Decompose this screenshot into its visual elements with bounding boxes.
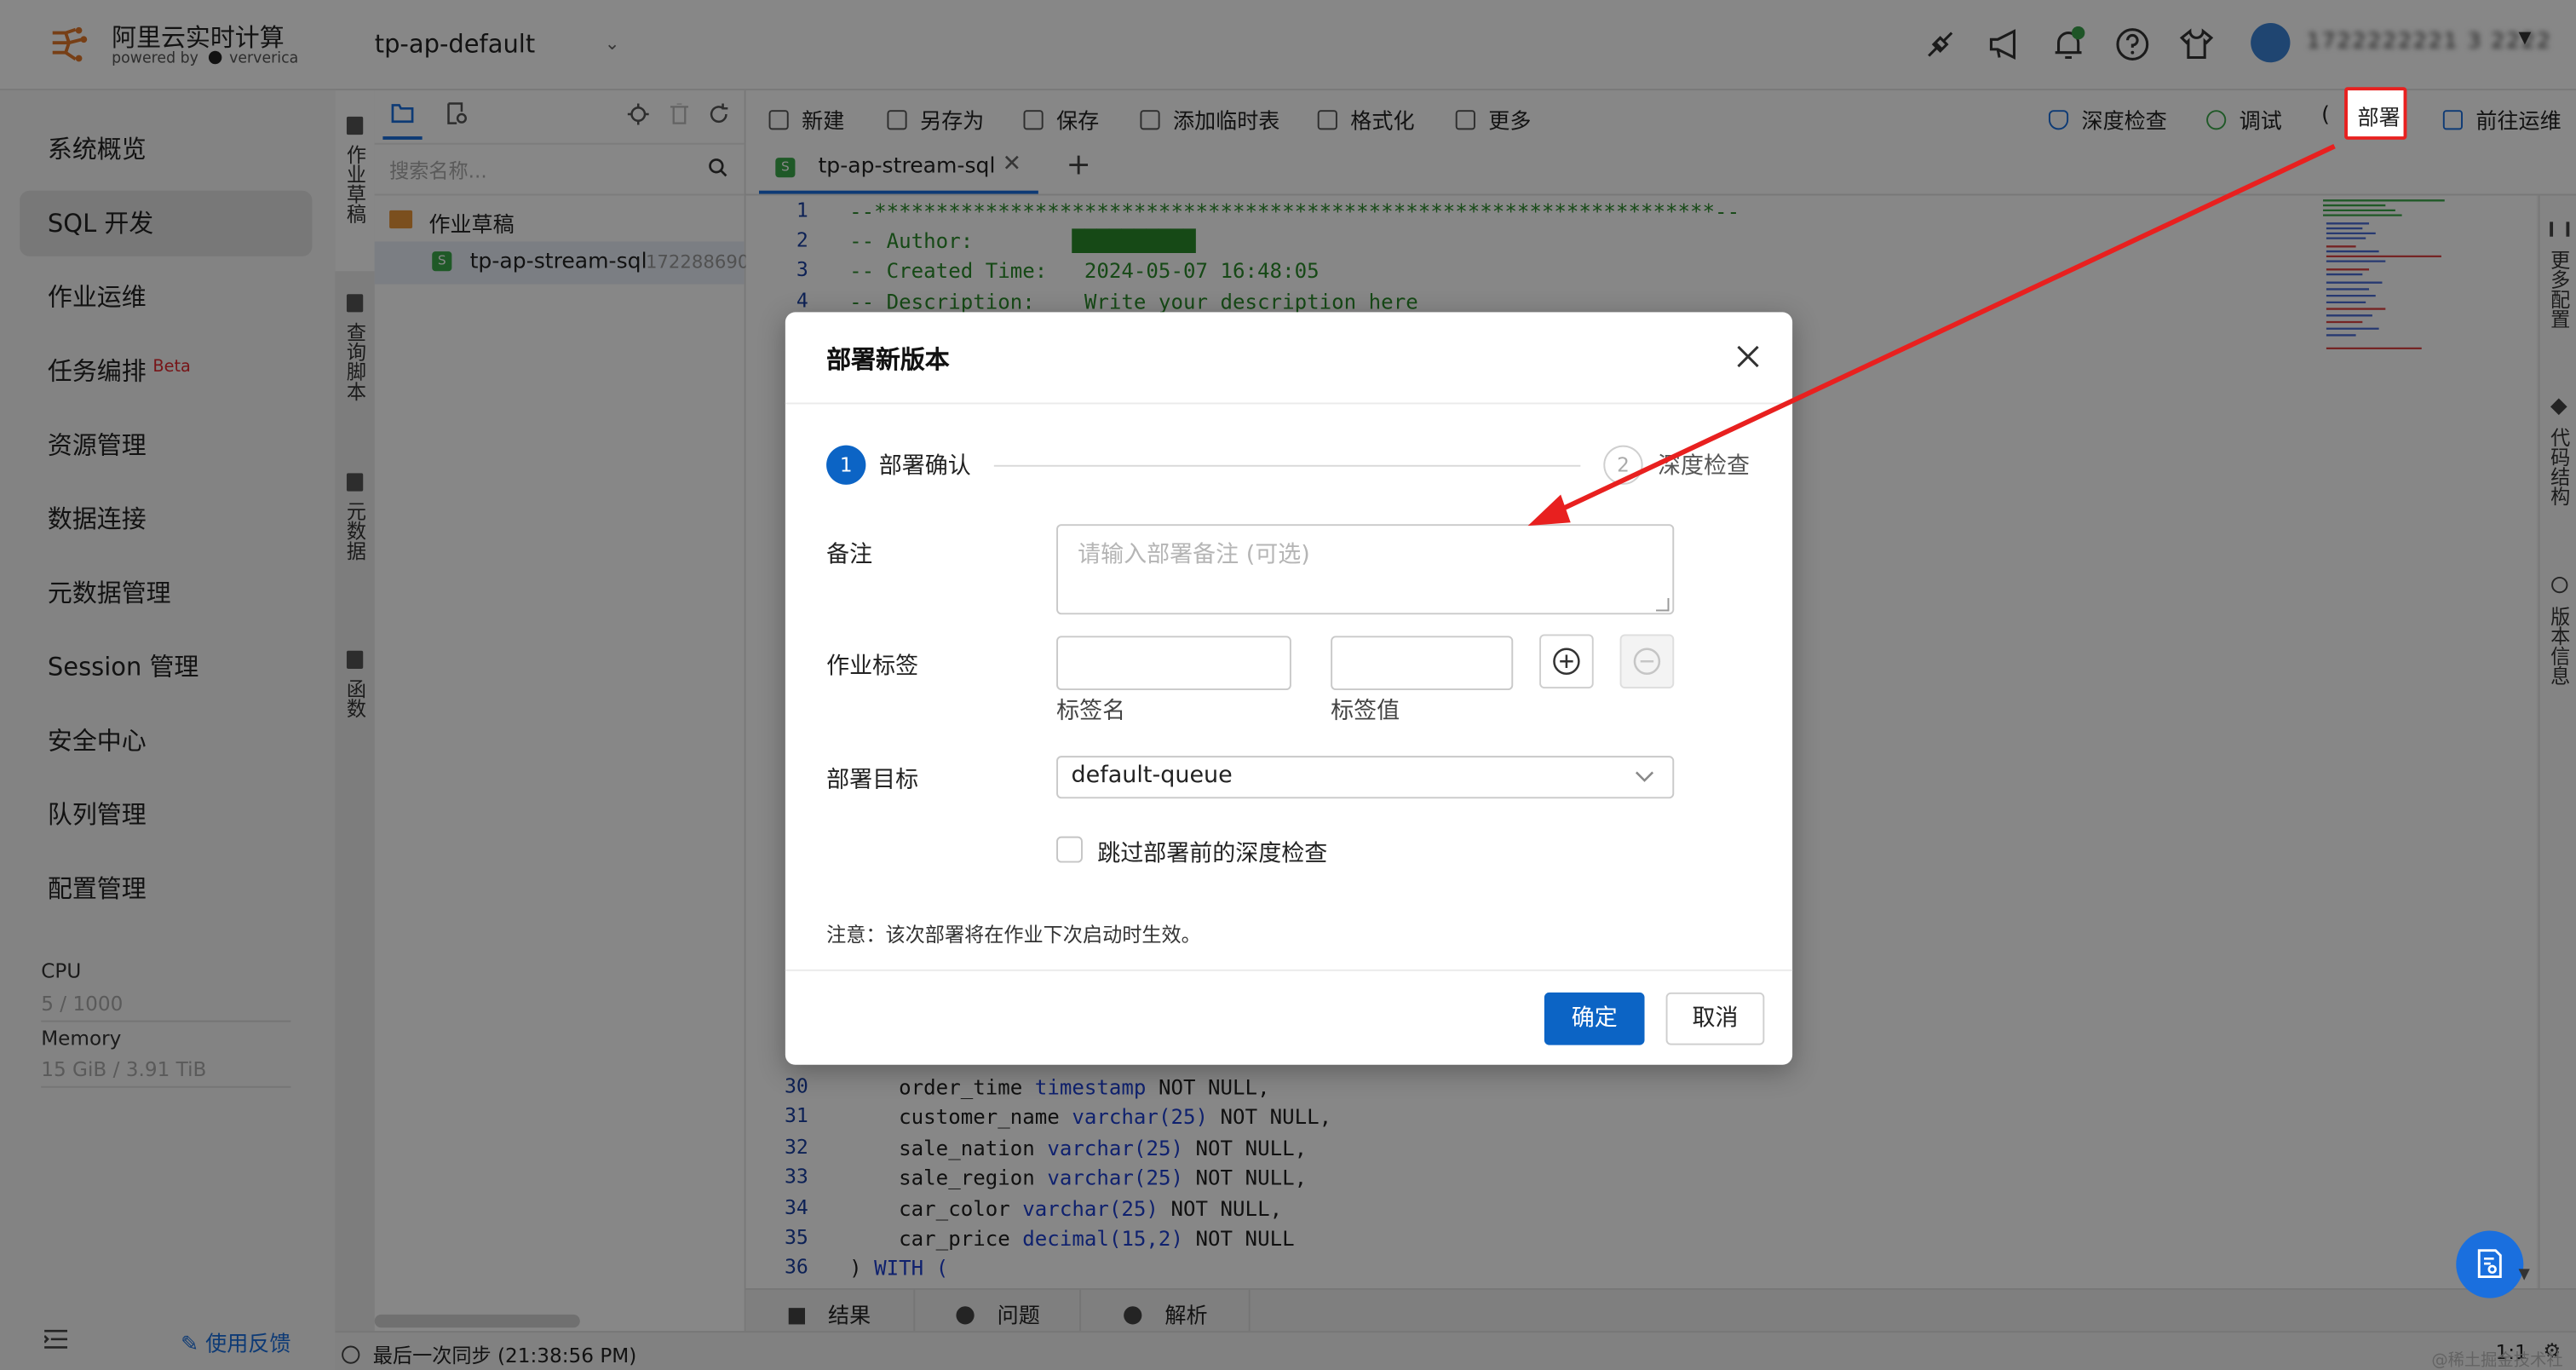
- chevron-down-icon: [1635, 771, 1654, 782]
- annotation-highlight-box: 部署: [2344, 87, 2407, 140]
- document-search-icon: [2477, 1249, 2502, 1278]
- step-connector: [993, 464, 1581, 467]
- note-label: 备注: [826, 542, 873, 569]
- plus-circle-icon: [1553, 648, 1580, 675]
- tag-value-input[interactable]: [1331, 636, 1514, 691]
- note-textarea[interactable]: 请输入部署备注 (可选): [1056, 524, 1675, 615]
- confirm-button[interactable]: 确定: [1544, 992, 1645, 1045]
- tags-label: 作业标签: [826, 653, 919, 681]
- target-label: 部署目标: [826, 767, 919, 794]
- deploy-dialog: 部署新版本 1 部署确认 2 深度检查 备注 请输入部署备注 (可选) 作业标签…: [785, 312, 1793, 1065]
- deploy-button-highlighted[interactable]: 部署: [2358, 101, 2401, 131]
- deploy-notice: 注意：该次部署将在作业下次启动时生效。: [826, 923, 1201, 947]
- resize-handle-icon[interactable]: [1656, 598, 1670, 612]
- step-2-label: 深度检查: [1657, 453, 1750, 481]
- dialog-title: 部署新版本: [826, 345, 950, 375]
- dialog-header: 部署新版本: [785, 312, 1793, 405]
- tag-value-caption: 标签值: [1331, 698, 1400, 725]
- tag-name-caption: 标签名: [1056, 698, 1126, 725]
- skip-check-checkbox[interactable]: [1056, 836, 1083, 863]
- tag-name-input[interactable]: [1056, 636, 1291, 691]
- minus-circle-icon: [1633, 648, 1661, 675]
- target-select-value: default-queue: [1071, 762, 1233, 789]
- note-placeholder: 请输入部署备注 (可选): [1078, 542, 1310, 569]
- add-tag-button[interactable]: [1539, 634, 1594, 689]
- step-2-indicator: 2: [1603, 445, 1643, 485]
- remove-tag-button[interactable]: [1619, 634, 1675, 689]
- target-select[interactable]: default-queue: [1056, 756, 1675, 799]
- close-icon[interactable]: [1730, 338, 1766, 374]
- step-1-indicator: 1: [826, 445, 866, 485]
- divider: [785, 969, 1793, 971]
- step-1-label: 部署确认: [878, 453, 971, 481]
- scroll-down-icon[interactable]: ▼: [2519, 1267, 2530, 1283]
- cancel-button[interactable]: 取消: [1665, 992, 1765, 1045]
- skip-check-label[interactable]: 跳过部署前的深度检查: [1097, 837, 1327, 870]
- assistant-fab[interactable]: [2456, 1230, 2524, 1298]
